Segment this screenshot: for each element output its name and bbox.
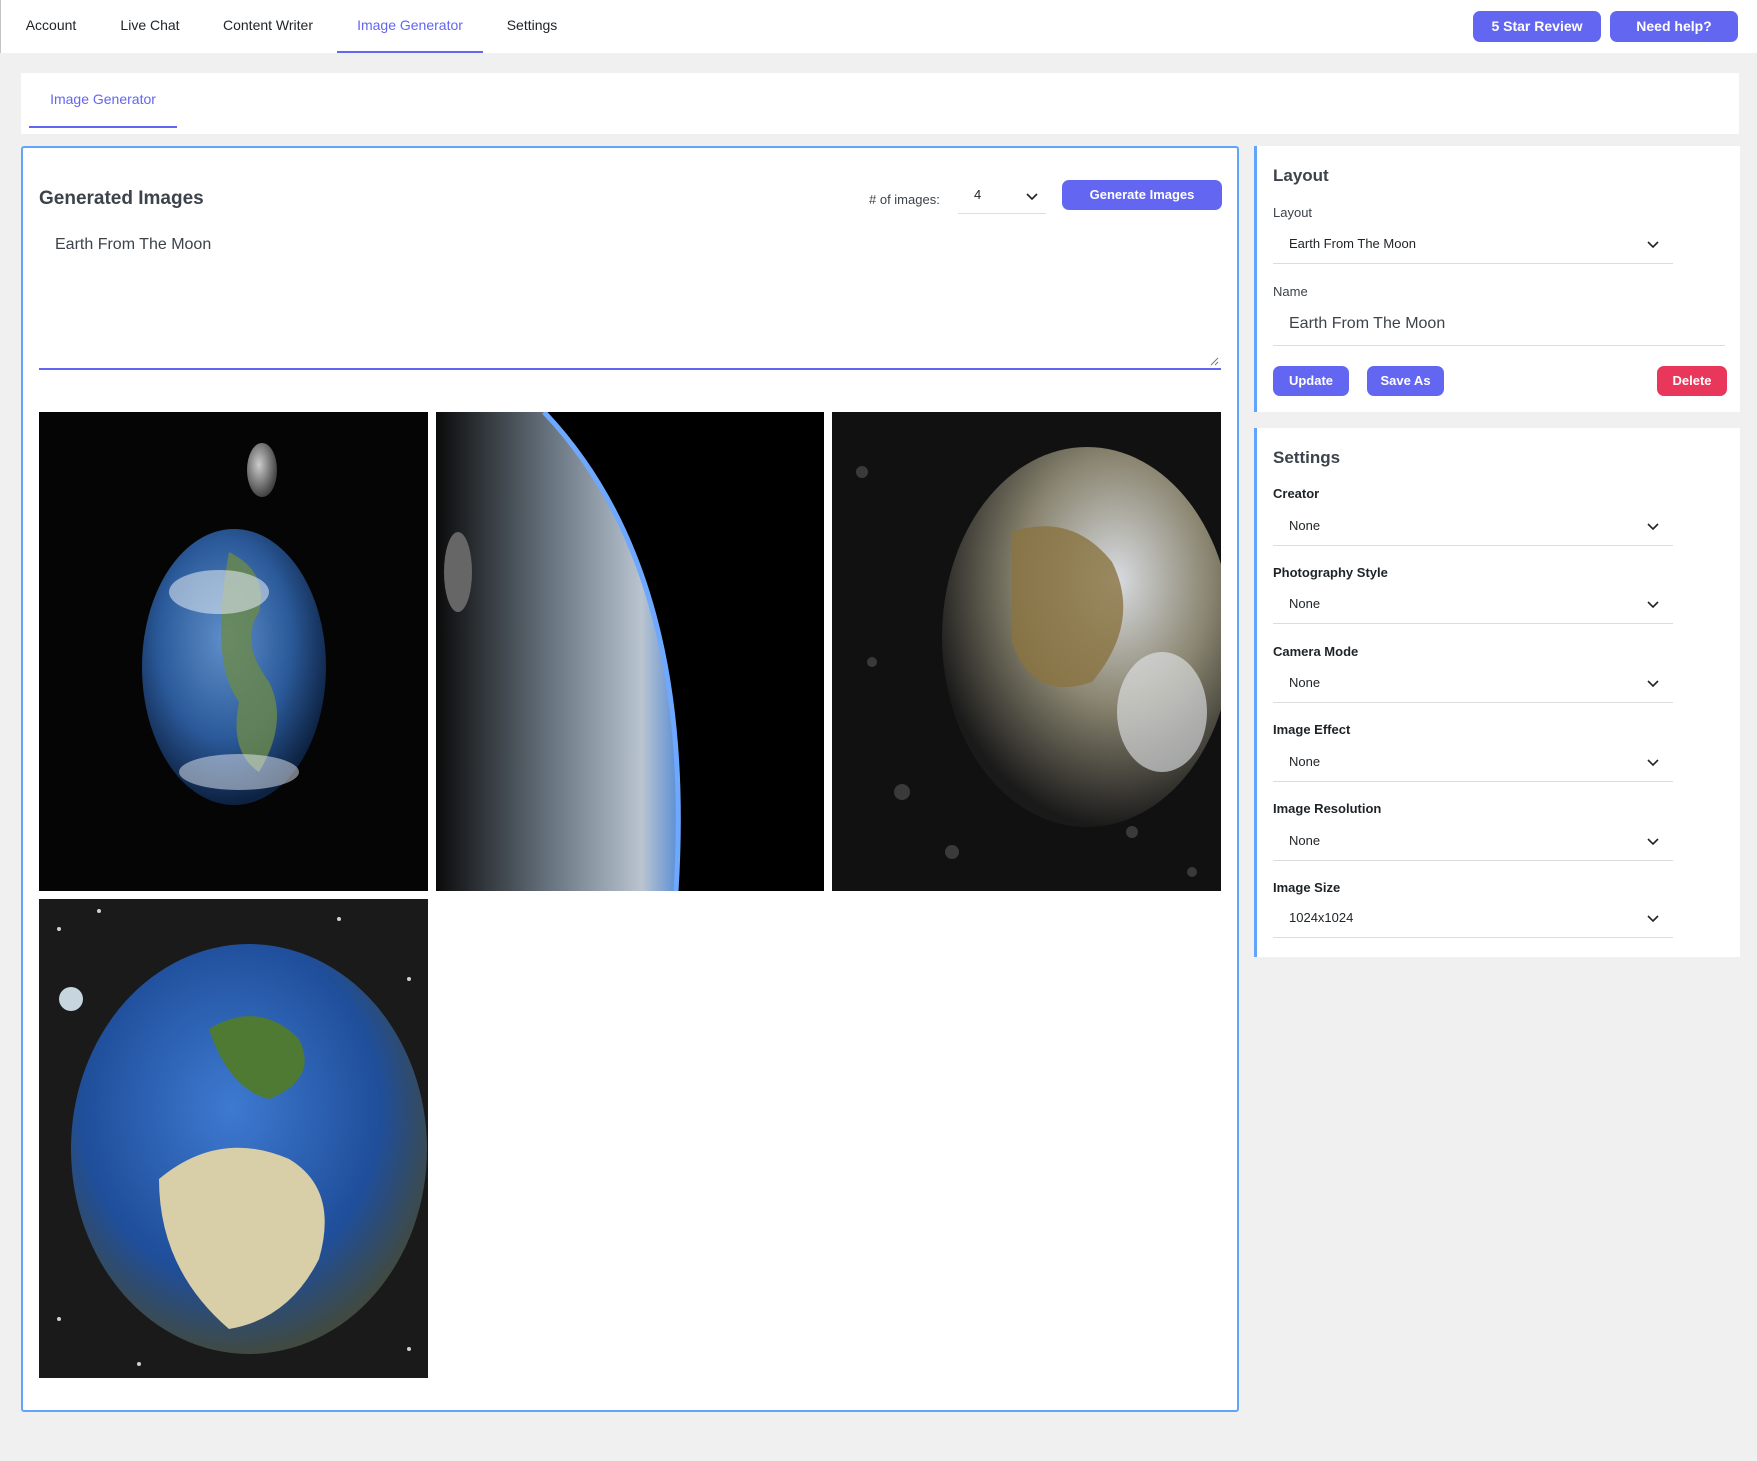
image-count-select[interactable]: 4 <box>958 178 1046 214</box>
update-button[interactable]: Update <box>1273 366 1349 396</box>
generated-images-heading: Generated Images <box>39 188 204 209</box>
settings-panel: Settings Creator None Photography Style … <box>1254 428 1740 957</box>
image-size-select[interactable]: 1024x1024 <box>1273 898 1673 938</box>
prompt-textarea[interactable]: Earth From The Moon <box>39 220 1221 370</box>
top-navigation: Account Live Chat Content Writer Image G… <box>0 0 1757 53</box>
image-effect-label: Image Effect <box>1273 722 1351 737</box>
earth-image <box>39 412 428 891</box>
image-resolution-select[interactable]: None <box>1273 821 1673 861</box>
chevron-down-icon <box>1647 241 1659 249</box>
layout-panel: Layout Layout Earth From The Moon Name E… <box>1254 146 1740 412</box>
prompt-text: Earth From The Moon <box>55 236 212 253</box>
tab-content-writer[interactable]: Content Writer <box>199 0 337 53</box>
layout-select[interactable]: Earth From The Moon <box>1273 224 1673 264</box>
generated-image-1[interactable] <box>39 412 428 891</box>
photography-style-label: Photography Style <box>1273 565 1388 580</box>
image-effect-select[interactable]: None <box>1273 742 1673 782</box>
generate-images-button[interactable]: Generate Images <box>1062 180 1222 210</box>
generated-image-3[interactable] <box>832 412 1221 891</box>
image-effect-value: None <box>1289 754 1321 769</box>
chevron-down-icon <box>1647 680 1659 688</box>
photography-style-select[interactable]: None <box>1273 584 1673 624</box>
name-input[interactable]: Earth From The Moon <box>1273 304 1725 346</box>
delete-button[interactable]: Delete <box>1657 366 1727 396</box>
creator-select[interactable]: None <box>1273 506 1673 546</box>
layout-field-label: Layout <box>1273 205 1313 220</box>
resize-grip-icon[interactable] <box>1209 356 1219 366</box>
tab-live-chat[interactable]: Live Chat <box>101 0 199 53</box>
image-resolution-value: None <box>1289 833 1321 848</box>
earth-image <box>39 899 428 1378</box>
image-resolution-label: Image Resolution <box>1273 801 1382 816</box>
save-as-button[interactable]: Save As <box>1367 366 1444 396</box>
image-size-value: 1024x1024 <box>1289 910 1354 925</box>
image-count-value: 4 <box>974 187 982 202</box>
name-input-value: Earth From The Moon <box>1289 315 1446 332</box>
chevron-down-icon <box>1026 193 1038 201</box>
sub-navigation: Image Generator <box>21 73 1739 134</box>
generated-image-2[interactable] <box>436 412 824 891</box>
name-field-label: Name <box>1273 284 1308 299</box>
tab-image-generator[interactable]: Image Generator <box>337 0 483 53</box>
earth-image <box>436 412 824 891</box>
five-star-review-button[interactable]: 5 Star Review <box>1473 11 1601 42</box>
chevron-down-icon <box>1647 915 1659 923</box>
layout-select-value: Earth From The Moon <box>1289 236 1416 251</box>
need-help-button[interactable]: Need help? <box>1610 11 1738 42</box>
creator-label: Creator <box>1273 486 1320 501</box>
creator-value: None <box>1289 518 1321 533</box>
chevron-down-icon <box>1647 523 1659 531</box>
tab-settings[interactable]: Settings <box>483 0 581 53</box>
tab-account[interactable]: Account <box>1 0 101 53</box>
photography-style-value: None <box>1289 596 1321 611</box>
chevron-down-icon <box>1647 838 1659 846</box>
generated-image-4[interactable] <box>39 899 428 1378</box>
chevron-down-icon <box>1647 759 1659 767</box>
earth-image <box>832 412 1221 891</box>
generator-panel: Generated Images # of images: 4 Generate… <box>21 146 1239 1412</box>
subtab-image-generator[interactable]: Image Generator <box>29 73 177 128</box>
image-count-label: # of images: <box>869 192 940 207</box>
camera-mode-select[interactable]: None <box>1273 663 1673 703</box>
image-size-label: Image Size <box>1273 880 1341 895</box>
chevron-down-icon <box>1647 601 1659 609</box>
camera-mode-value: None <box>1289 675 1321 690</box>
layout-panel-title: Layout <box>1273 166 1329 185</box>
camera-mode-label: Camera Mode <box>1273 644 1359 659</box>
settings-panel-title: Settings <box>1273 448 1341 467</box>
